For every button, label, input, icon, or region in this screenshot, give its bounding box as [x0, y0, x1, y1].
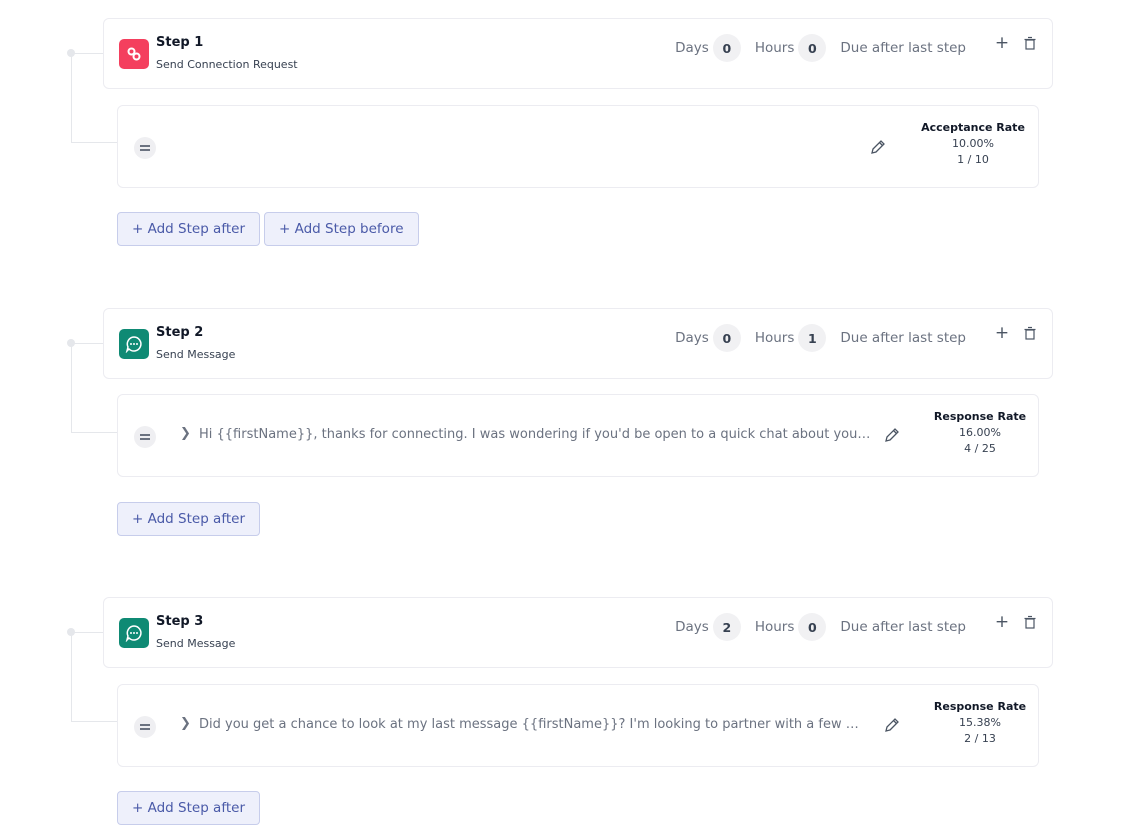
step-content-card: ❯ Did you get a chance to look at my las…: [117, 684, 1039, 767]
step-header-card: Step 1 Send Connection Request Days 0 Ho…: [103, 18, 1053, 89]
step-title: Step 2: [156, 325, 204, 340]
due-label: Due after last step: [840, 40, 966, 56]
trash-icon[interactable]: [1023, 36, 1037, 50]
step-timing: Days 2 Hours 0 Due after last step: [675, 613, 966, 641]
rate-value: 15.38%: [959, 716, 1001, 729]
step-timing: Days 0 Hours 0 Due after last step: [675, 34, 966, 62]
hours-label: Hours: [754, 619, 795, 635]
step-1: Step 1 Send Connection Request Days 0 Ho…: [0, 0, 1127, 260]
days-value[interactable]: 0: [712, 324, 741, 352]
step-header-card: Step 2 Send Message Days 0 Hours 1 Due a…: [103, 308, 1053, 379]
response-rate: Response Rate 16.00% 4 / 25: [925, 410, 1035, 455]
drag-handle-icon[interactable]: [134, 716, 156, 738]
chat-icon: [119, 329, 149, 359]
days-value[interactable]: 2: [712, 613, 741, 641]
drag-handle-icon[interactable]: [134, 137, 156, 159]
tree-connector: [71, 53, 103, 54]
due-label: Due after last step: [840, 330, 966, 346]
step-action-type: Send Connection Request: [156, 58, 298, 71]
add-variant-button[interactable]: +: [994, 35, 1010, 52]
rate-value: 10.00%: [952, 137, 994, 150]
tree-connector: [70, 343, 72, 432]
tree-connector: [71, 632, 103, 633]
hours-value[interactable]: 1: [798, 324, 827, 352]
chevron-right-icon[interactable]: ❯: [180, 716, 191, 731]
rate-label: Response Rate: [933, 410, 1027, 423]
hours-label: Hours: [754, 40, 795, 56]
rate-label: Response Rate: [933, 700, 1027, 713]
message-preview[interactable]: Did you get a chance to look at my last …: [199, 717, 871, 732]
hours-value[interactable]: 0: [798, 34, 827, 62]
step-header-card: Step 3 Send Message Days 2 Hours 0 Due a…: [103, 597, 1053, 668]
tree-connector: [71, 142, 117, 143]
drag-handle-icon[interactable]: [134, 426, 156, 448]
rate-count: 2 / 13: [964, 732, 996, 745]
step-content-card: ❯ Hi {{firstName}}, thanks for connectin…: [117, 394, 1039, 477]
add-variant-button[interactable]: +: [994, 614, 1010, 631]
days-label: Days: [675, 619, 709, 635]
step-timing: Days 0 Hours 1 Due after last step: [675, 324, 966, 352]
link-icon: [119, 39, 149, 69]
due-label: Due after last step: [840, 619, 966, 635]
step-action-type: Send Message: [156, 348, 236, 361]
days-value[interactable]: 0: [712, 34, 741, 62]
chat-icon: [119, 618, 149, 648]
hours-value[interactable]: 0: [798, 613, 827, 641]
pencil-icon[interactable]: [869, 138, 887, 156]
add-variant-button[interactable]: +: [994, 325, 1010, 342]
rate-value: 16.00%: [959, 426, 1001, 439]
pencil-icon[interactable]: [883, 716, 901, 734]
add-step-after-button[interactable]: + Add Step after: [117, 791, 260, 825]
step-title: Step 1: [156, 35, 204, 50]
rate-count: 1 / 10: [957, 153, 989, 166]
rate-label: Acceptance Rate: [921, 121, 1025, 134]
tree-connector: [70, 632, 72, 721]
days-label: Days: [675, 40, 709, 56]
acceptance-rate: Acceptance Rate 10.00% 1 / 10: [918, 121, 1028, 166]
add-step-after-button[interactable]: + Add Step after: [117, 212, 260, 246]
step-title: Step 3: [156, 614, 204, 629]
step-3: Step 3 Send Message Days 2 Hours 0 Due a…: [0, 579, 1127, 825]
hours-label: Hours: [754, 330, 795, 346]
tree-connector: [71, 721, 117, 722]
tree-connector: [71, 432, 117, 433]
chevron-right-icon[interactable]: ❯: [180, 426, 191, 441]
tree-connector: [71, 343, 103, 344]
message-preview[interactable]: Hi {{firstName}}, thanks for connecting.…: [199, 427, 871, 442]
tree-connector: [70, 53, 72, 142]
add-step-after-button[interactable]: + Add Step after: [117, 502, 260, 536]
step-2: Step 2 Send Message Days 0 Hours 1 Due a…: [0, 290, 1127, 540]
step-content-card: Acceptance Rate 10.00% 1 / 10: [117, 105, 1039, 188]
trash-icon[interactable]: [1023, 615, 1037, 629]
trash-icon[interactable]: [1023, 326, 1037, 340]
step-action-type: Send Message: [156, 637, 236, 650]
response-rate: Response Rate 15.38% 2 / 13: [925, 700, 1035, 745]
add-step-before-button[interactable]: + Add Step before: [264, 212, 419, 246]
rate-count: 4 / 25: [964, 442, 996, 455]
pencil-icon[interactable]: [883, 426, 901, 444]
days-label: Days: [675, 330, 709, 346]
